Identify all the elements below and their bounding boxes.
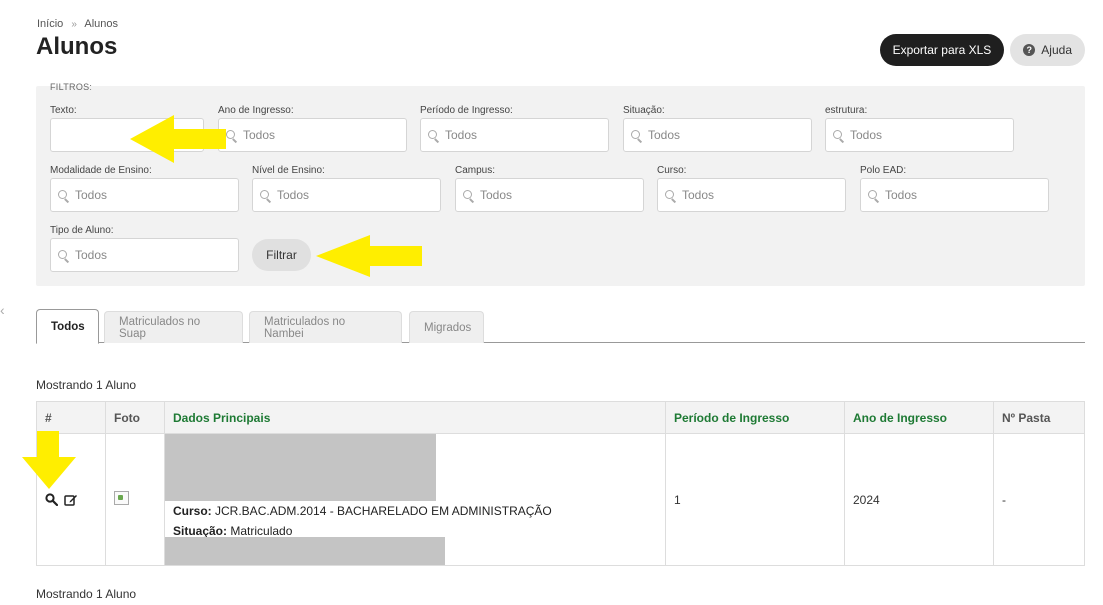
col-header-pasta: Nº Pasta xyxy=(993,401,1085,434)
student-photo-image xyxy=(114,491,129,505)
tab-todos[interactable]: Todos xyxy=(36,309,99,344)
polo-ead-label: Polo EAD: xyxy=(860,165,907,176)
breadcrumb: Início » Alunos xyxy=(37,18,118,30)
campus-select[interactable]: Todos xyxy=(455,178,644,212)
tab-migrados[interactable]: Migrados xyxy=(409,311,484,343)
search-icon xyxy=(463,189,474,201)
curso-placeholder: Todos xyxy=(682,188,715,202)
col-header-dados-principais[interactable]: Dados Principais xyxy=(164,401,666,434)
modalidade-ensino-select[interactable]: Todos xyxy=(50,178,239,212)
tabs-bar: Todos Matriculados no Suap Matriculados … xyxy=(36,309,1085,344)
tab-matriculados-suap[interactable]: Matriculados no Suap xyxy=(104,311,243,343)
col-header-ano-ingresso[interactable]: Ano de Ingresso xyxy=(844,401,994,434)
polo-ead-placeholder: Todos xyxy=(885,188,918,202)
situacao-info-value: Matriculado xyxy=(230,524,293,538)
breadcrumb-separator: » xyxy=(71,19,77,30)
periodo-ingresso-cell: 1 xyxy=(665,433,845,566)
curso-label: Curso: xyxy=(657,165,687,176)
edit-icon[interactable] xyxy=(64,493,78,507)
modalidade-ensino-label: Modalidade de Ensino: xyxy=(50,165,152,176)
search-icon xyxy=(631,129,642,141)
nivel-ensino-placeholder: Todos xyxy=(277,188,310,202)
table-row: Curso: JCR.BAC.ADM.2014 - BACHARELADO EM… xyxy=(36,433,1085,566)
nivel-ensino-label: Nível de Ensino: xyxy=(252,165,325,176)
curso-info: Curso: JCR.BAC.ADM.2014 - BACHARELADO EM… xyxy=(173,504,552,518)
results-table: # Foto Dados Principais Período de Ingre… xyxy=(36,401,1085,566)
search-icon xyxy=(226,129,237,141)
tipo-aluno-placeholder: Todos xyxy=(75,248,108,262)
breadcrumb-current: Alunos xyxy=(84,18,119,30)
tipo-aluno-select[interactable]: Todos xyxy=(50,238,239,272)
search-icon xyxy=(833,129,844,141)
tipo-aluno-label: Tipo de Aluno: xyxy=(50,225,114,236)
campus-placeholder: Todos xyxy=(480,188,513,202)
page-title: Alunos xyxy=(36,33,118,60)
top-actions: Exportar para XLS ? Ajuda xyxy=(879,34,1085,66)
estrutura-label: estrutura: xyxy=(825,105,868,116)
filters-title: FILTROS: xyxy=(50,82,93,92)
tab-matriculados-nambei[interactable]: Matriculados no Nambei xyxy=(249,311,402,343)
export-xls-button[interactable]: Exportar para XLS xyxy=(879,34,1005,66)
modalidade-ensino-placeholder: Todos xyxy=(75,188,108,202)
question-circle-icon: ? xyxy=(1023,44,1036,56)
results-count-top: Mostrando 1 Aluno xyxy=(36,378,137,392)
ano-ingresso-select[interactable]: Todos xyxy=(218,118,407,152)
search-icon xyxy=(868,189,879,201)
col-header-periodo-ingresso[interactable]: Período de Ingresso xyxy=(665,401,845,434)
redacted-block xyxy=(165,537,445,565)
annotation-arrow-down-icon xyxy=(22,431,76,489)
help-button[interactable]: ? Ajuda xyxy=(1010,34,1085,66)
ano-ingresso-cell: 2024 xyxy=(844,433,994,566)
campus-label: Campus: xyxy=(455,165,496,176)
ano-ingresso-label: Ano de Ingresso: xyxy=(218,105,294,116)
curso-info-value: JCR.BAC.ADM.2014 - BACHARELADO EM ADMINI… xyxy=(215,504,552,518)
nivel-ensino-select[interactable]: Todos xyxy=(252,178,441,212)
dados-principais-cell: Curso: JCR.BAC.ADM.2014 - BACHARELADO EM… xyxy=(164,433,666,566)
help-button-label: Ajuda xyxy=(1041,43,1072,57)
situacao-placeholder: Todos xyxy=(648,128,681,142)
search-icon xyxy=(428,129,439,141)
periodo-ingresso-select[interactable]: Todos xyxy=(420,118,609,152)
table-header-row: # Foto Dados Principais Período de Ingre… xyxy=(36,401,1085,434)
breadcrumb-home-link[interactable]: Início xyxy=(37,18,63,30)
redacted-block xyxy=(165,434,436,501)
curso-info-label: Curso: xyxy=(173,504,212,518)
search-icon xyxy=(260,189,271,201)
annotation-arrow-left-icon xyxy=(316,235,422,277)
ano-ingresso-placeholder: Todos xyxy=(243,128,276,142)
estrutura-placeholder: Todos xyxy=(850,128,883,142)
situacao-info: Situação: Matriculado xyxy=(173,524,292,538)
periodo-ingresso-label: Período de Ingresso: xyxy=(420,105,513,116)
search-icon xyxy=(58,189,69,201)
texto-label: Texto: xyxy=(50,105,77,116)
col-header-foto: Foto xyxy=(105,401,165,434)
situacao-info-label: Situação: xyxy=(173,524,228,538)
estrutura-select[interactable]: Todos xyxy=(825,118,1014,152)
results-count-bottom: Mostrando 1 Aluno xyxy=(36,587,137,601)
view-search-icon[interactable] xyxy=(45,492,59,507)
search-icon xyxy=(58,249,69,261)
situacao-select[interactable]: Todos xyxy=(623,118,812,152)
foto-cell xyxy=(105,433,165,566)
periodo-ingresso-placeholder: Todos xyxy=(445,128,478,142)
situacao-label: Situação: xyxy=(623,105,665,116)
search-icon xyxy=(665,189,676,201)
filtrar-button[interactable]: Filtrar xyxy=(252,239,311,271)
curso-select[interactable]: Todos xyxy=(657,178,846,212)
annotation-arrow-left-icon xyxy=(130,115,226,163)
pasta-cell: - xyxy=(993,433,1085,566)
row-actions xyxy=(45,492,97,507)
chevron-left-icon[interactable]: ‹ xyxy=(0,302,5,318)
polo-ead-select[interactable]: Todos xyxy=(860,178,1049,212)
col-header-index: # xyxy=(36,401,106,434)
